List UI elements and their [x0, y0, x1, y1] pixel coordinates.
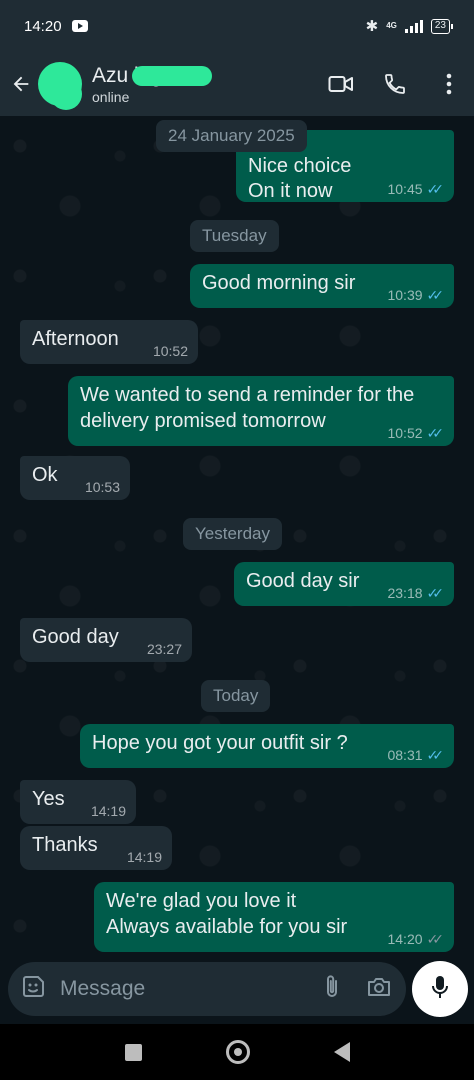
message-text: Hope you got your outfit sir ?	[92, 732, 348, 754]
status-right: ✱ 4G 23	[365, 17, 454, 35]
sticker-icon[interactable]	[20, 974, 46, 1005]
message-time: 10:52	[152, 343, 188, 359]
more-vertical-icon[interactable]	[436, 71, 462, 97]
microphone-button[interactable]	[412, 961, 468, 1017]
message-time: 10:45	[387, 181, 423, 197]
message-bubble-outgoing[interactable]: We wanted to send a reminder for the del…	[68, 376, 454, 446]
message-time: 23:18	[387, 585, 423, 601]
header-actions	[328, 71, 462, 97]
message-meta: 14:19	[91, 804, 126, 818]
message-time: 08:31	[387, 747, 423, 763]
recent-apps-icon[interactable]	[124, 1043, 142, 1061]
date-chip: Yesterday	[183, 518, 282, 550]
message-bubble-outgoing[interactable]: Good morning sir 10:39 ✓✓	[190, 264, 454, 308]
paperclip-icon[interactable]	[324, 974, 340, 1005]
message-bubble-outgoing[interactable]: We're glad you love it Always available …	[94, 882, 454, 952]
message-time: 14:19	[90, 803, 126, 819]
read-receipt-icon: ✓✓	[426, 425, 445, 441]
message-time: 10:53	[84, 479, 120, 495]
network-type: 4G	[386, 21, 397, 30]
contact-status: online	[92, 88, 130, 105]
message-text: Good day sir	[246, 570, 360, 592]
battery-indicator: 23	[430, 18, 454, 34]
message-bubble-incoming[interactable]: Ok 10:53	[20, 456, 130, 500]
message-text: We're glad you love it	[106, 890, 297, 912]
camera-icon[interactable]	[366, 976, 392, 1003]
home-icon[interactable]	[225, 1040, 250, 1064]
signal-icon	[404, 19, 423, 33]
message-bubble-incoming[interactable]: Thanks 14:19	[20, 826, 172, 870]
message-meta: 10:53	[85, 480, 120, 494]
message-composer: Message	[8, 962, 406, 1016]
message-time: 14:20	[387, 931, 423, 947]
message-text: Yes	[32, 788, 65, 810]
message-meta: 14:19	[127, 850, 162, 864]
contact-avatar[interactable]	[38, 62, 82, 106]
message-text: Afternoon	[32, 328, 119, 350]
read-receipt-icon: ✓✓	[426, 747, 445, 763]
system-nav-bar	[0, 1024, 474, 1080]
message-bubble-outgoing[interactable]: Hope you got your outfit sir ? 08:31 ✓✓	[80, 724, 454, 768]
message-bubble-outgoing[interactable]: Good day sir 23:18 ✓✓	[234, 562, 454, 606]
message-bubble-incoming[interactable]: Yes 14:19	[20, 780, 136, 824]
contact-info[interactable]: Azu lagos online	[92, 64, 212, 105]
message-meta: 14:20 ✓✓	[387, 932, 444, 946]
redaction-mark	[132, 65, 212, 86]
message-text: Ok	[32, 464, 58, 486]
bluetooth-icon: ✱	[365, 18, 379, 35]
message-time: 14:19	[126, 849, 162, 865]
chat-header: Azu lagos online	[0, 52, 474, 116]
message-meta: 23:27	[147, 642, 182, 656]
message-text: Good morning sir	[202, 272, 356, 294]
composer-actions	[324, 974, 392, 1005]
message-time: 10:39	[387, 287, 423, 303]
read-receipt-icon: ✓✓	[426, 181, 445, 197]
message-input[interactable]: Message	[60, 977, 145, 1001]
message-meta: 10:45 ✓✓	[387, 182, 444, 196]
message-text: Nice choice	[248, 155, 352, 177]
message-meta: 10:52 ✓✓	[387, 426, 444, 440]
status-bar: 14:20 ✱ 4G 23	[0, 0, 474, 52]
date-chip: 24 January 2025	[156, 120, 307, 152]
contact-name: Azu lagos	[92, 64, 212, 88]
date-chip: Today	[201, 680, 271, 712]
message-bubble-incoming[interactable]: Afternoon 10:52	[20, 320, 198, 364]
message-text: Good day	[32, 626, 119, 648]
back-arrow-icon[interactable]	[6, 64, 36, 104]
video-call-icon[interactable]	[328, 71, 354, 97]
microphone-icon	[431, 974, 449, 1005]
date-chip: Tuesday	[190, 220, 279, 252]
message-time: 23:27	[146, 641, 182, 657]
back-icon[interactable]	[333, 1042, 350, 1062]
read-receipt-icon: ✓✓	[426, 585, 445, 601]
status-time: 14:20	[24, 17, 62, 35]
message-meta: 23:18 ✓✓	[387, 586, 444, 600]
chat-area[interactable]: Nice choice On it now 10:45 ✓✓ 24 January…	[0, 116, 474, 962]
message-text: Thanks	[32, 834, 98, 856]
message-text: We wanted to send a reminder for the	[80, 384, 415, 406]
delivered-receipt-icon: ✓✓	[426, 931, 445, 947]
message-bubble-incoming[interactable]: Good day 23:27	[20, 618, 192, 662]
message-meta: 10:39 ✓✓	[387, 288, 444, 302]
read-receipt-icon: ✓✓	[426, 287, 445, 303]
phone-icon[interactable]	[382, 71, 408, 97]
message-time: 10:52	[387, 425, 423, 441]
message-meta: 08:31 ✓✓	[387, 748, 444, 762]
youtube-notification-icon	[71, 20, 88, 32]
message-meta: 10:52	[153, 344, 188, 358]
